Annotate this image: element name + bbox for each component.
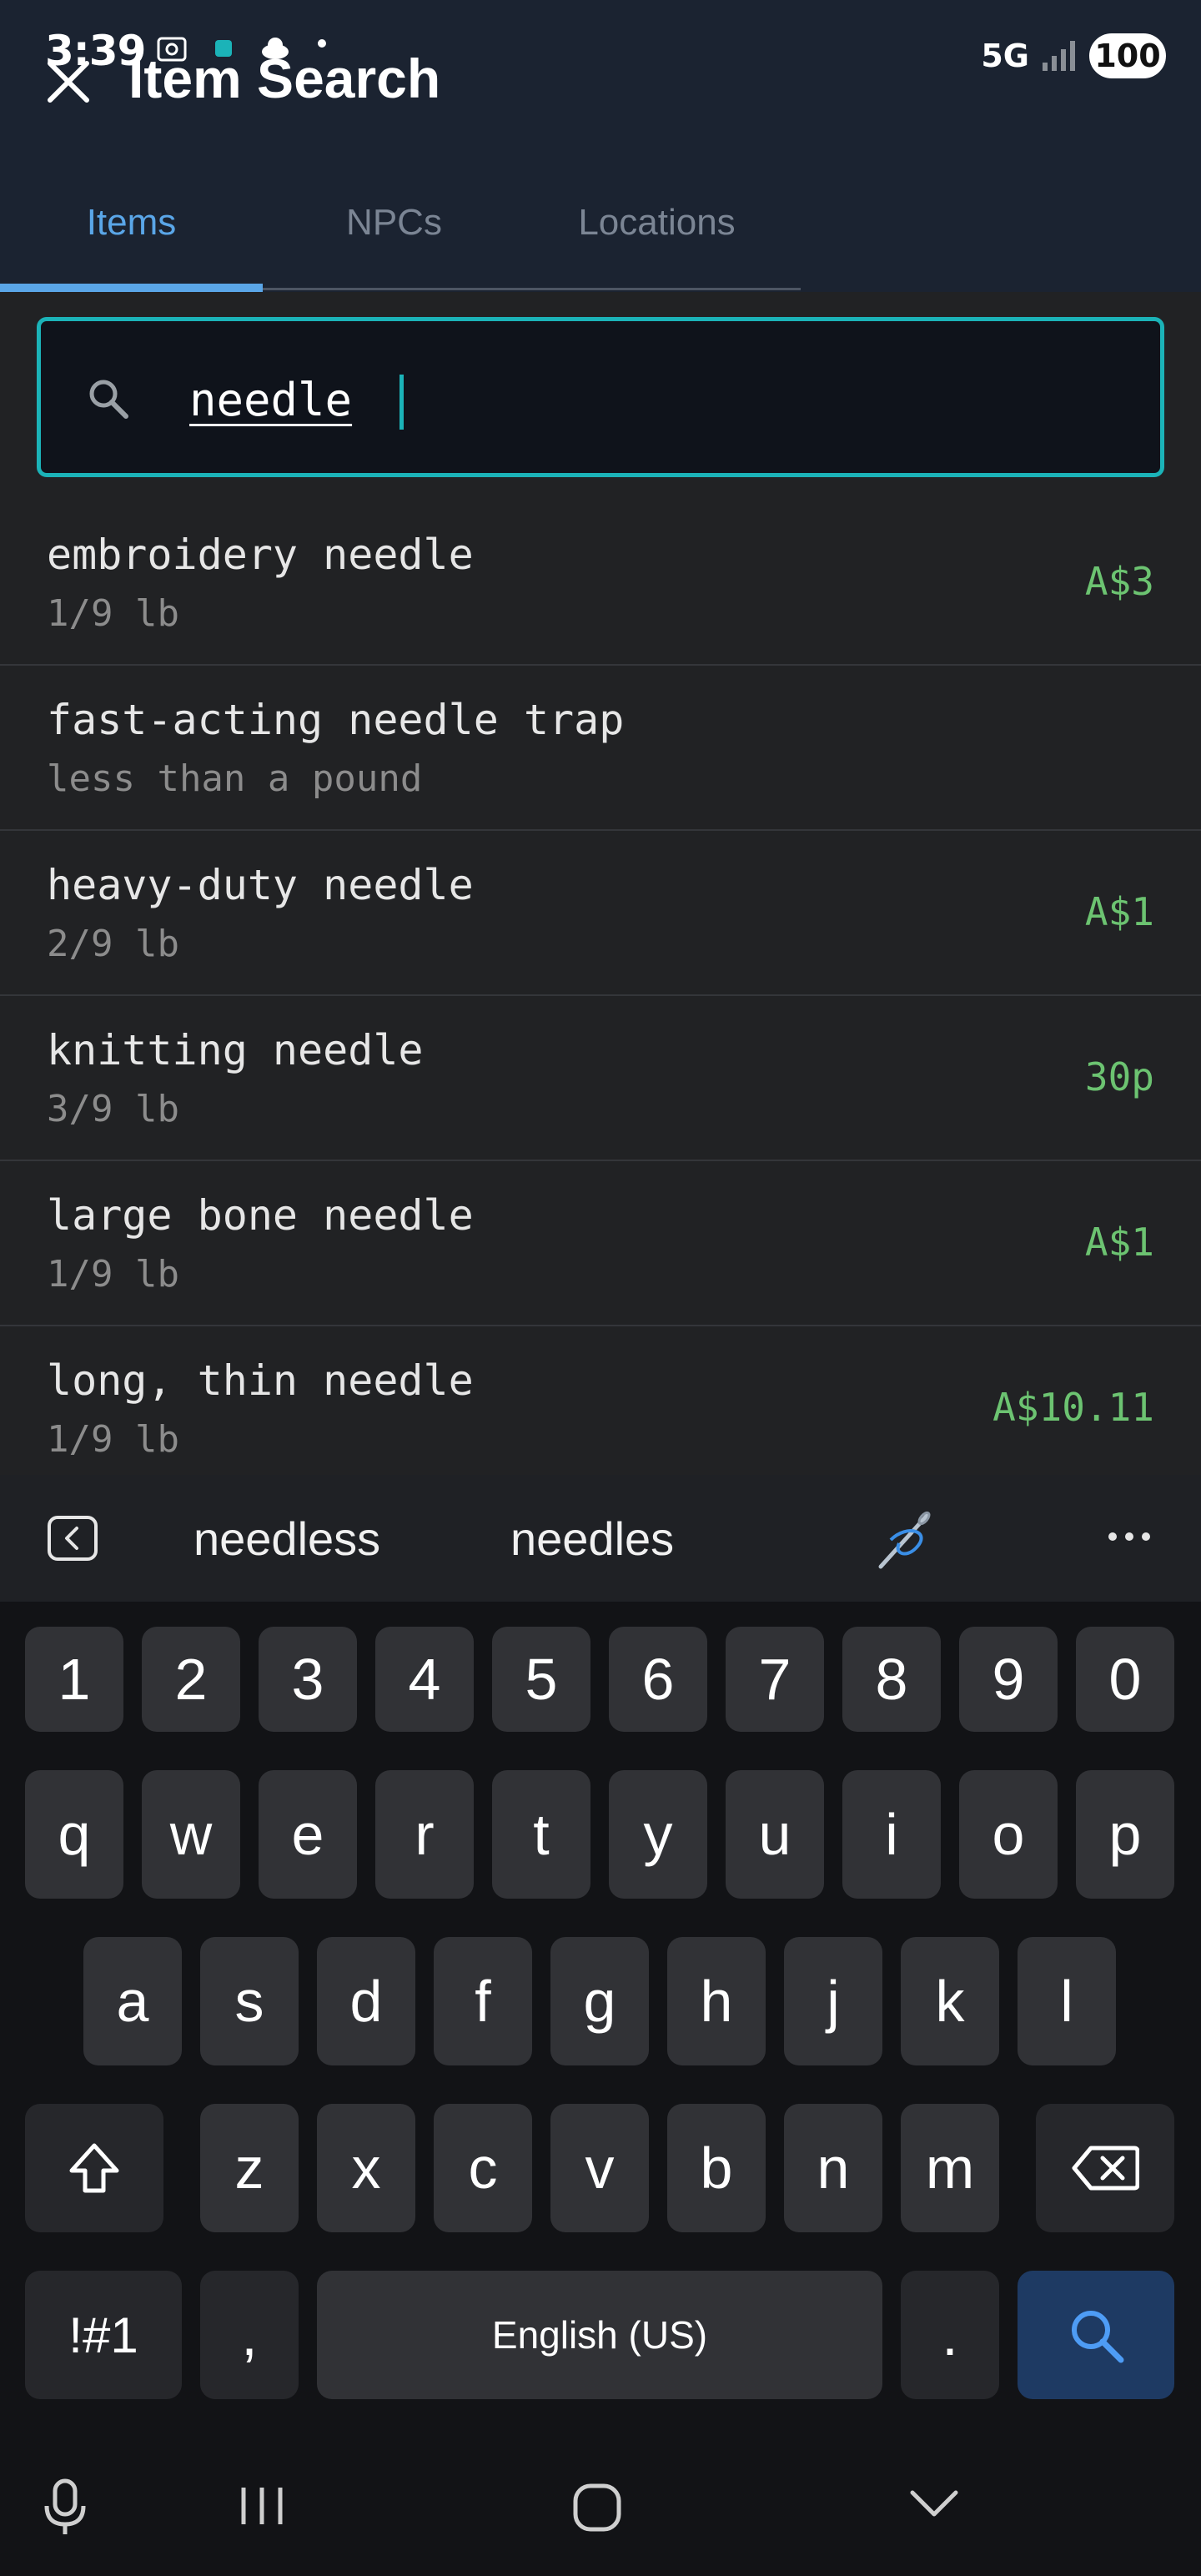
key-f[interactable]: f [434,1937,532,2065]
key-0[interactable]: 0 [1076,1627,1174,1732]
search-input[interactable] [189,366,1107,433]
item-weight: 1/9 lb [47,592,179,635]
key-9[interactable]: 9 [959,1627,1058,1732]
key-p[interactable]: p [1076,1770,1174,1899]
key-y[interactable]: y [609,1770,707,1899]
more-options-icon[interactable] [1106,1527,1153,1547]
item-price: 30p [1084,1054,1154,1099]
keyboard-suggestion-bar: needless needles [0,1475,1201,1602]
item-name: fast-acting needle trap [47,696,625,744]
key-s[interactable]: s [200,1937,299,2065]
key-4[interactable]: 4 [375,1627,474,1732]
key-l[interactable]: l [1018,1937,1116,2065]
network-type: 5G [981,38,1029,74]
search-action-key[interactable] [1018,2271,1174,2399]
item-weight: less than a pound [47,757,423,800]
backspace-key[interactable] [1036,2104,1174,2232]
close-icon[interactable] [42,55,95,108]
key-2[interactable]: 2 [142,1627,240,1732]
list-item[interactable]: fast-acting needle trap less than a poun… [0,666,1201,831]
search-icon [89,380,128,419]
item-weight: 1/9 lb [47,1253,179,1296]
key-d[interactable]: d [317,1937,415,2065]
search-field[interactable] [37,317,1164,477]
item-weight: 1/9 lb [47,1418,179,1461]
period-key[interactable]: . [901,2271,999,2399]
item-price: A$1 [1084,889,1154,934]
key-6[interactable]: 6 [609,1627,707,1732]
key-c[interactable]: c [434,2104,532,2232]
key-3[interactable]: 3 [259,1627,357,1732]
shift-key[interactable] [25,2104,163,2232]
page-title: Item Search [128,48,441,109]
needle-emoji-icon[interactable] [874,1507,936,1572]
signal-icon [1043,41,1075,71]
item-price: A$3 [1084,559,1154,604]
key-t[interactable]: t [492,1770,590,1899]
comma-key[interactable]: , [200,2271,299,2399]
suggestion-1[interactable]: needless [193,1512,380,1566]
tab-bar: Items NPCs Locations [0,185,801,292]
key-k[interactable]: k [901,1937,999,2065]
status-right: 5G 100 [981,33,1166,78]
suggestion-2[interactable]: needles [510,1512,674,1566]
symbols-key[interactable]: !#1 [25,2271,182,2399]
list-item[interactable]: knitting needle 3/9 lb 30p [0,996,1201,1161]
shift-icon [69,2143,119,2193]
key-e[interactable]: e [259,1770,357,1899]
item-name: large bone needle [47,1191,474,1240]
item-name: long, thin needle [47,1356,474,1405]
item-weight: 2/9 lb [47,923,179,965]
battery-indicator: 100 [1089,33,1166,78]
key-w[interactable]: w [142,1770,240,1899]
system-navigation-bar [0,2436,1201,2576]
key-m[interactable]: m [901,2104,999,2232]
key-8[interactable]: 8 [842,1627,941,1732]
tab-npcs[interactable]: NPCs [263,185,525,292]
tab-locations[interactable]: Locations [525,185,788,292]
backspace-icon [1072,2146,1139,2191]
list-item[interactable]: large bone needle 1/9 lb A$1 [0,1161,1201,1326]
item-weight: 3/9 lb [47,1088,179,1130]
item-name: embroidery needle [47,531,474,579]
hide-keyboard-icon[interactable] [907,2488,961,2521]
key-5[interactable]: 5 [492,1627,590,1732]
key-b[interactable]: b [667,2104,766,2232]
key-i[interactable]: i [842,1770,941,1899]
results-list: embroidery needle 1/9 lb A$3 fast-acting… [0,501,1201,1475]
text-caret [399,375,404,430]
app-header: 3:39 5G 100 Item Search Items NPCs Locat… [0,0,1201,292]
item-name: heavy-duty needle [47,861,474,909]
key-v[interactable]: v [550,2104,649,2232]
microphone-icon[interactable] [42,2478,88,2538]
key-h[interactable]: h [667,1937,766,2065]
key-u[interactable]: u [726,1770,824,1899]
home-icon[interactable] [572,2483,622,2533]
key-q[interactable]: q [25,1770,123,1899]
list-item[interactable]: embroidery needle 1/9 lb A$3 [0,501,1201,666]
key-x[interactable]: x [317,2104,415,2232]
key-1[interactable]: 1 [25,1627,123,1732]
tab-items[interactable]: Items [0,185,263,292]
key-o[interactable]: o [959,1770,1058,1899]
item-name: knitting needle [47,1026,424,1074]
key-j[interactable]: j [784,1937,882,2065]
list-item[interactable]: long, thin needle 1/9 lb A$10.11 [0,1326,1201,1475]
tab-divider [263,288,801,290]
search-icon [1072,2311,1124,2363]
key-z[interactable]: z [200,2104,299,2232]
item-price: A$1 [1084,1220,1154,1265]
recent-apps-icon[interactable] [237,2484,287,2528]
key-a[interactable]: a [83,1937,182,2065]
space-key[interactable]: English (US) [317,2271,882,2399]
key-7[interactable]: 7 [726,1627,824,1732]
item-price: A$10.11 [992,1385,1154,1430]
keyboard-toolbar-back-icon[interactable] [47,1515,98,1562]
key-g[interactable]: g [550,1937,649,2065]
key-r[interactable]: r [375,1770,474,1899]
list-item[interactable]: heavy-duty needle 2/9 lb A$1 [0,831,1201,996]
key-n[interactable]: n [784,2104,882,2232]
active-tab-indicator [0,284,263,292]
on-screen-keyboard: 1 2 3 4 5 6 7 8 9 0 q w e r t y u i o p … [0,1602,1201,2436]
